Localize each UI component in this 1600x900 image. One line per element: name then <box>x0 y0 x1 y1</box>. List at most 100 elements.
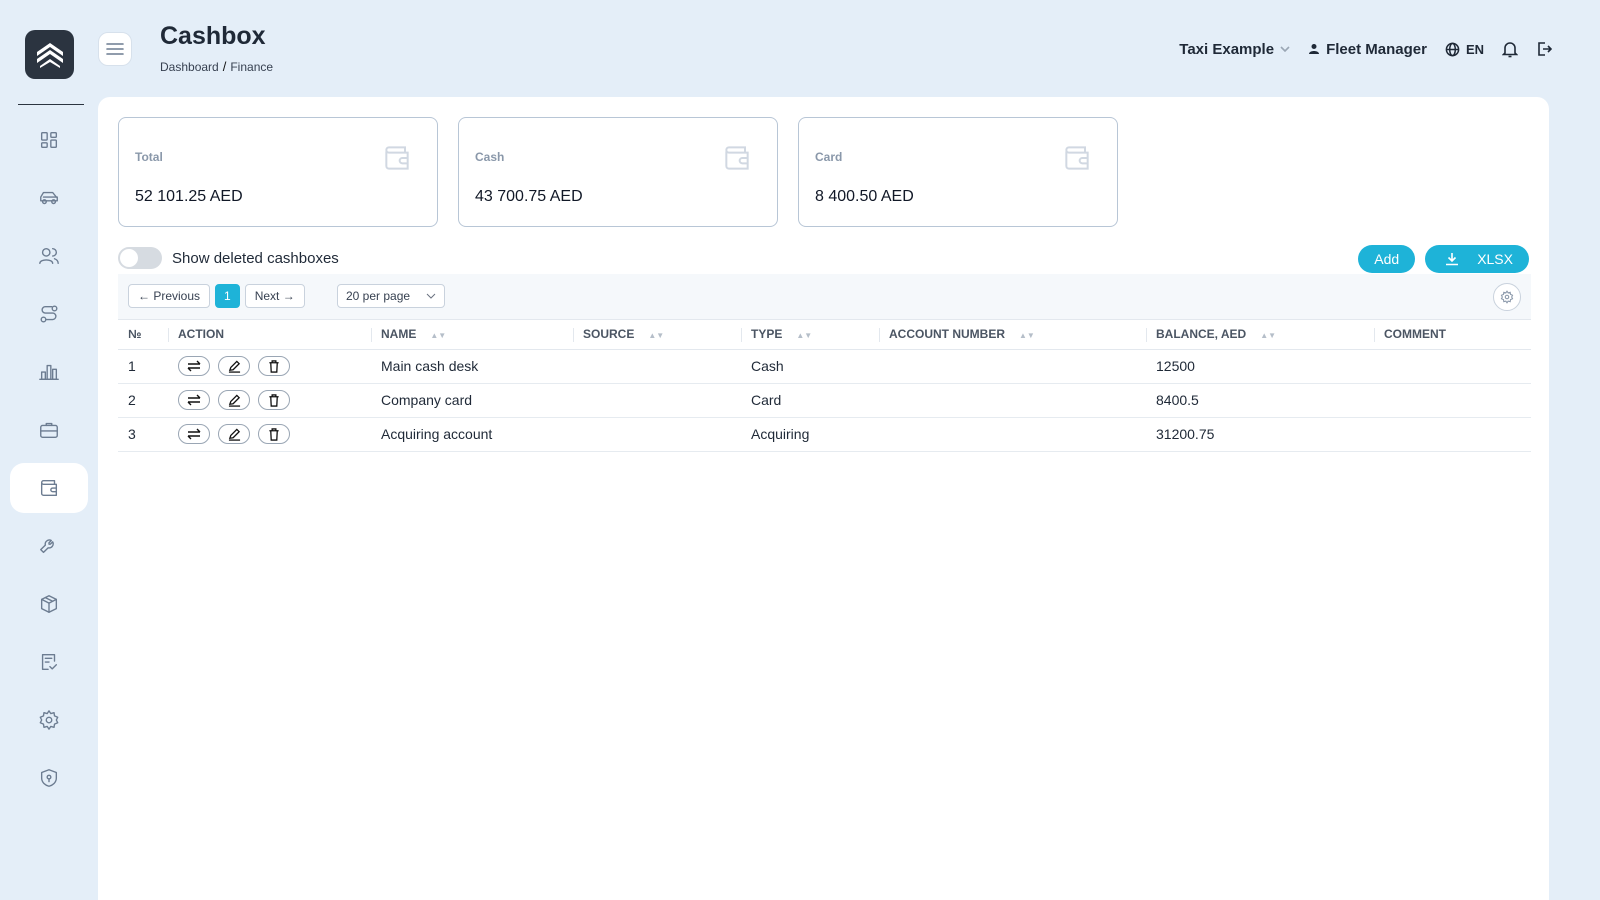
language-selector[interactable]: EN <box>1445 42 1484 57</box>
column-header-name[interactable]: NAME ▲▼ <box>371 320 573 350</box>
table-row: 3 Acquiring account Acquiring 31200.75 <box>118 417 1531 452</box>
gear-icon <box>39 710 59 730</box>
column-header-number: № <box>118 320 168 350</box>
cell-account-number <box>879 349 1146 384</box>
logout-button[interactable] <box>1536 41 1552 57</box>
cell-source <box>573 349 741 384</box>
column-header-source[interactable]: SOURCE ▲▼ <box>573 320 741 350</box>
cell-name: Company card <box>371 383 573 418</box>
column-header-type[interactable]: TYPE ▲▼ <box>741 320 879 350</box>
edit-button[interactable] <box>218 356 250 376</box>
transfer-button[interactable] <box>178 390 210 410</box>
breadcrumb-dashboard[interactable]: Dashboard <box>160 60 219 74</box>
wallet-icon <box>725 146 749 170</box>
table-header-row: № ACTION NAME ▲▼ SOURCE ▲▼ TYPE ▲▼ ACCOUNT … <box>118 320 1531 350</box>
cell-actions <box>168 417 371 452</box>
company-name: Taxi Example <box>1179 40 1275 58</box>
sidebar-item-users[interactable] <box>10 231 88 281</box>
sort-icon: ▲▼ <box>796 331 813 341</box>
chart-icon <box>39 364 59 381</box>
breadcrumb-finance[interactable]: Finance <box>230 60 273 74</box>
export-label: XLSX <box>1477 251 1513 267</box>
previous-page-button[interactable]: ← Previous <box>128 284 211 308</box>
page-number-button[interactable]: 1 <box>215 284 240 308</box>
column-header-balance[interactable]: BALANCE, AED ▲▼ <box>1146 320 1374 350</box>
transfer-button[interactable] <box>178 356 210 376</box>
cell-source <box>573 417 741 452</box>
table-row: 1 Main cash desk Cash 12500 <box>118 349 1531 384</box>
language-code: EN <box>1465 41 1484 57</box>
briefcase-icon <box>40 422 58 439</box>
user-menu[interactable]: Fleet Manager <box>1308 41 1427 58</box>
cell-name: Acquiring account <box>371 417 573 452</box>
sidebar-item-maintenance[interactable] <box>10 521 88 571</box>
transfer-button[interactable] <box>178 424 210 444</box>
cell-type: Cash <box>741 349 879 384</box>
sidebar-item-security[interactable] <box>10 753 88 803</box>
add-button[interactable]: Add <box>1358 245 1416 273</box>
user-role: Fleet Manager <box>1326 40 1427 58</box>
sidebar-item-routes[interactable] <box>10 289 88 339</box>
show-deleted-toggle[interactable] <box>118 247 162 269</box>
sidebar-item-cashbox[interactable] <box>10 463 88 513</box>
edit-button[interactable] <box>218 390 250 410</box>
car-icon <box>40 191 58 205</box>
cell-comment <box>1374 417 1531 452</box>
card-cash: Cash 43 700.75 AED <box>458 117 778 227</box>
cell-balance: 8400.5 <box>1146 383 1374 418</box>
sidebar-item-settings[interactable] <box>10 695 88 745</box>
sidebar-item-vehicles[interactable] <box>10 173 88 223</box>
cell-balance: 31200.75 <box>1146 417 1374 452</box>
sort-icon: ▲▼ <box>1019 331 1035 341</box>
sidebar-item-dashboard[interactable] <box>10 115 88 165</box>
company-selector[interactable]: Taxi Example <box>1179 41 1290 58</box>
card-label: Total <box>135 150 163 164</box>
sort-icon: ▲▼ <box>430 331 447 341</box>
pencil-icon <box>228 393 240 407</box>
delete-button[interactable] <box>258 424 290 444</box>
cell-comment <box>1374 383 1531 418</box>
trash-icon <box>269 427 279 441</box>
main-panel: Total 52 101.25 AED Cash 43 700.75 AED C… <box>98 97 1549 900</box>
cell-actions <box>168 349 371 384</box>
sidebar-item-tasks[interactable] <box>10 637 88 687</box>
menu-toggle-button[interactable] <box>98 32 132 66</box>
table-settings-button[interactable] <box>1493 283 1521 311</box>
hamburger-icon <box>106 43 124 55</box>
wrench-icon <box>40 539 54 554</box>
route-icon <box>40 305 58 323</box>
sidebar-item-reports[interactable] <box>10 347 88 397</box>
notifications-button[interactable] <box>1502 40 1518 58</box>
sort-icon: ▲▼ <box>648 331 665 341</box>
table-row: 2 Company card Card 8400.5 <box>118 383 1531 418</box>
sidebar <box>0 0 98 900</box>
shield-icon <box>40 769 58 787</box>
page-title: Cashbox <box>160 22 266 50</box>
logo-chevrons-icon <box>36 42 63 68</box>
wallet-icon <box>40 479 58 497</box>
card-label: Cash <box>475 150 505 164</box>
cell-number: 1 <box>118 349 168 384</box>
users-icon <box>39 247 59 265</box>
transfer-arrows-icon <box>187 360 201 372</box>
card-value: 52 101.25 AED <box>135 188 243 205</box>
trash-icon <box>269 359 279 373</box>
logo[interactable] <box>25 30 74 79</box>
summary-cards: Total 52 101.25 AED Cash 43 700.75 AED C… <box>118 117 1118 227</box>
cell-name: Main cash desk <box>371 349 573 384</box>
delete-button[interactable] <box>258 390 290 410</box>
download-icon <box>1446 253 1459 266</box>
sidebar-item-inventory[interactable] <box>10 579 88 629</box>
edit-button[interactable] <box>218 424 250 444</box>
cell-type: Acquiring <box>741 417 879 452</box>
export-xlsx-button[interactable]: XLSX <box>1425 245 1529 273</box>
sort-icon: ▲▼ <box>1260 331 1277 341</box>
sidebar-item-business[interactable] <box>10 405 88 455</box>
column-header-account-number[interactable]: ACCOUNT NUMBER ▲▼ <box>879 320 1146 350</box>
show-deleted-label: Show deleted cashboxes <box>172 249 339 267</box>
per-page-select[interactable]: 20 per page <box>337 284 445 308</box>
next-page-button[interactable]: Next → <box>244 284 305 308</box>
pencil-icon <box>228 359 240 373</box>
delete-button[interactable] <box>258 356 290 376</box>
trash-icon <box>269 393 279 407</box>
